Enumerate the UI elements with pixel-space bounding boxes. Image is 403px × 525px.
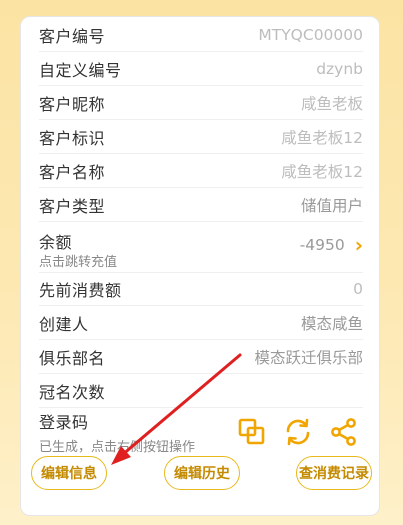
annotation-arrow bbox=[111, 353, 242, 465]
